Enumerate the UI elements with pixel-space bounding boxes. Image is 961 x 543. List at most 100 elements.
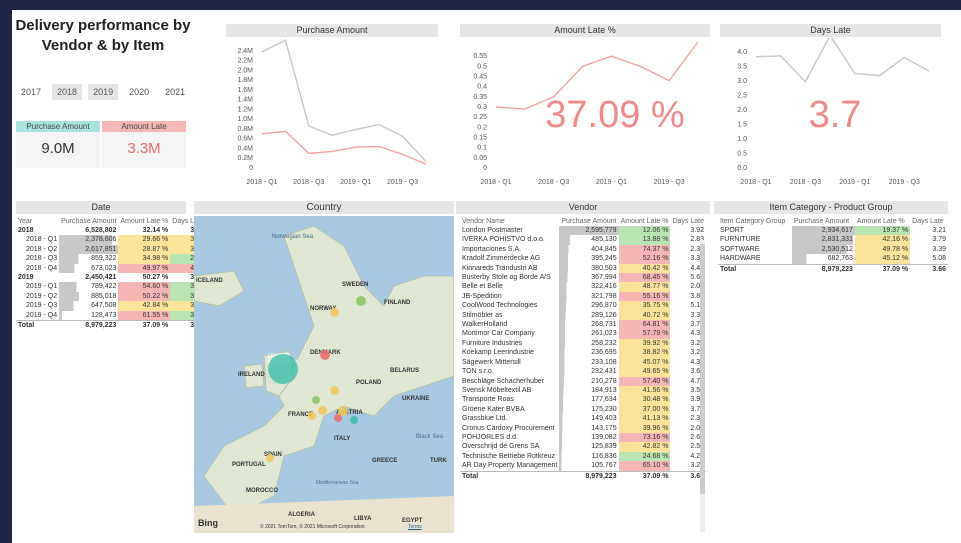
vendor-row[interactable]: Cronus Cardoxy Procurement 143,175 39.96 %…: [460, 423, 706, 433]
vendor-name: Overschrijd de Grens SA: [462, 443, 540, 451]
vendor-row[interactable]: POHJORLES d.d. 139,082 73.16 % 2.67: [460, 432, 706, 443]
map-bubble-si[interactable]: [350, 416, 358, 424]
col-late-pct[interactable]: Amount Late %: [118, 217, 170, 226]
col-purchase[interactable]: Purchase Amount: [59, 217, 118, 226]
kpi-purchase-card[interactable]: Purchase Amount 9.0M: [16, 121, 100, 168]
map-bubble-uk[interactable]: [268, 354, 298, 384]
col-vendor-purchase[interactable]: Purchase Amount: [559, 217, 618, 226]
year-2017[interactable]: 2017: [16, 84, 46, 100]
date-table[interactable]: Year Purchase Amount Amount Late % Days …: [16, 217, 206, 331]
map-bubble-es[interactable]: [266, 454, 274, 462]
vendor-row[interactable]: Sägewerk Mittersill 233,108 45.07 % 4.32: [460, 357, 706, 368]
map-bubble-de1[interactable]: [330, 386, 339, 395]
date-late-pct: 49.97 %: [118, 263, 171, 274]
map-bubble-denmark[interactable]: [320, 350, 330, 360]
vendor-row[interactable]: Beschläge Schacherhuber 210,278 57.40 % 4.7…: [460, 376, 706, 386]
map-bubble-norway[interactable]: [330, 308, 339, 317]
date-table-row[interactable]: 2018 - Q3859,32234.98 %2.97: [16, 254, 206, 264]
vendor-row[interactable]: Belle et Belle 322,416 48.77 % 2.00: [460, 282, 706, 292]
vendor-late-pct: 38.82 %: [618, 348, 671, 358]
kpi-late-label: Amount Late: [102, 121, 186, 132]
date-period: 2019: [18, 274, 34, 282]
col-item-group[interactable]: Item Category Group: [718, 217, 792, 226]
date-table-row[interactable]: 2018 - Q4673,02349.97 %4.56: [16, 263, 206, 274]
col-vendor-late-pct[interactable]: Amount Late %: [619, 217, 671, 226]
vendor-row[interactable]: Stilmöbler as 289,126 40.72 % 3.36: [460, 310, 706, 321]
item-row[interactable]: HARDWARE 682,763 45.12 % 5.08: [718, 254, 948, 265]
vendor-row[interactable]: Transporte Roas 177,634 30.48 % 3.98: [460, 395, 706, 405]
item-row[interactable]: FURNITURE 2,831,331 42.16 % 3.79: [718, 235, 948, 245]
map-terms-link[interactable]: Terms: [408, 524, 422, 530]
vendor-row[interactable]: Kinnareds Trändustri AB 380,503 40.42 % 4.4…: [460, 263, 706, 274]
vendor-row[interactable]: JB-Spedition 321,798 55.16 % 3.85: [460, 291, 706, 302]
map-bubble-fr[interactable]: [308, 412, 316, 420]
item-total-cell: 3.66: [910, 263, 948, 275]
vendor-row[interactable]: Groene Kater BVBA 175,230 37.00 % 3.79: [460, 404, 706, 415]
date-table-row[interactable]: 20192,450,42150.27 %3.36: [16, 273, 206, 282]
vendor-row[interactable]: Furniture Industries 258,232 39.92 % 3.23: [460, 338, 706, 349]
vendor-row[interactable]: Grassblue Ltd. 149,403 41.13 % 2.36: [460, 414, 706, 424]
year-2021[interactable]: 2021: [160, 84, 190, 100]
item-days-late: 5.08: [932, 255, 946, 263]
vendor-row[interactable]: Importaciones S.A. 404,845 74.37 % 2.36: [460, 244, 706, 255]
map-bubble-sweden[interactable]: [356, 296, 366, 306]
vendor-purchase-amount: 395,245: [559, 254, 619, 264]
series-line[interactable]: [755, 38, 930, 83]
vendor-purchase-amount: 380,503: [559, 263, 619, 274]
item-row[interactable]: SOFTWARE 2,530,512 49.78 % 3.39: [718, 244, 948, 255]
y-tick-label: 0: [483, 165, 487, 172]
country-map[interactable]: Norwegian Sea ICELAND SWEDEN NORWAY FINL…: [194, 216, 454, 533]
date-table-row[interactable]: 2019 - Q4128,47361.55 %3.34: [16, 310, 206, 321]
date-table-row[interactable]: 20186,528,80232.14 %3.83: [16, 226, 206, 235]
vendor-table[interactable]: Vendor Name Purchase Amount Amount Late …: [460, 217, 706, 481]
date-table-row[interactable]: 2019 - Q3647,50842.84 %3.80: [16, 301, 206, 311]
vendor-row[interactable]: AR Day Property Management 105,767 65.10 %…: [460, 461, 706, 472]
vendor-row[interactable]: Mortimor Car Company 261,023 57.79 % 4.38: [460, 329, 706, 339]
vendor-late-pct: 68.45 %: [618, 273, 671, 283]
col-item-purchase[interactable]: Purchase Amount: [792, 217, 855, 226]
col-vendor-days[interactable]: Days Late: [670, 217, 706, 226]
col-item-late-pct[interactable]: Amount Late %: [855, 217, 910, 226]
date-table-row[interactable]: 2019 - Q1789,42254.60 %3.25: [16, 282, 206, 292]
vendor-row[interactable]: Svensk Möbeltextil AB 184,913 41.56 % 3.50: [460, 385, 706, 396]
item-days-late: 3.39: [932, 245, 946, 253]
x-tick-label: 2019 - Q1: [596, 179, 627, 186]
item-row[interactable]: SPORT 2,934,617 19.37 % 3.21: [718, 226, 948, 236]
vendor-scrollbar[interactable]: [700, 240, 705, 532]
col-item-days[interactable]: Days Late: [910, 217, 948, 226]
vendor-purchase-amount: 258,232: [559, 338, 619, 349]
kpi-late-card[interactable]: Amount Late 3.3M: [102, 121, 186, 168]
y-tick-label: 0.15: [473, 135, 487, 142]
map-bubble-be[interactable]: [318, 406, 327, 415]
vendor-row[interactable]: Koekamp Leerindustrie 236,695 38.82 % 3.24: [460, 348, 706, 358]
x-tick-label: 2018 - Q1: [246, 179, 277, 186]
col-vendor-name[interactable]: Vendor Name: [460, 217, 559, 226]
year-2018[interactable]: 2018: [52, 84, 83, 100]
date-late-pct: 54.60 %: [118, 282, 171, 292]
date-table-row[interactable]: 2019 - Q2885,01850.22 %3.18: [16, 291, 206, 302]
vendor-row[interactable]: Busterby Stole og Borde A/S 367,994 68.45 …: [460, 273, 706, 283]
vendor-row[interactable]: Overschrijd de Grens SA 125,839 42.82 % 2.5…: [460, 442, 706, 452]
date-table-row[interactable]: 2018 - Q12,378,60629.66 %3.82: [16, 235, 206, 245]
vendor-row[interactable]: London Postmaster 2,595,779 12.06 % 3.92: [460, 226, 706, 236]
purchase-amount-chart[interactable]: 0 0.2M 0.4M 0.6M 0.8M 1.0M 1.2M 1.4M 1.6M 1.8M 2.0…: [226, 38, 438, 190]
date-purchase-amount: 647,508: [59, 301, 119, 311]
vendor-row[interactable]: Kradolf Zimmerdecke AG 395,245 52.16 % 3.35: [460, 254, 706, 264]
map-bubble-nl[interactable]: [312, 396, 320, 404]
vendor-row[interactable]: TON s.r.o. 232,431 49.65 % 3.62: [460, 367, 706, 377]
map-bubble-ch[interactable]: [334, 414, 342, 422]
date-late-pct: 50.22 %: [118, 291, 171, 302]
item-category-table[interactable]: Item Category Group Purchase Amount Amou…: [718, 217, 948, 275]
vendor-row[interactable]: CoolWood Technologies 296,870 35.75 % 5.10: [460, 301, 706, 311]
map-label-morocco: MOROCCO: [246, 488, 278, 494]
date-table-row[interactable]: 2018 - Q22,617,85128.87 %3.86: [16, 244, 206, 255]
vendor-row[interactable]: Technische Betriebe Rotkreuz 116,836 24.68…: [460, 451, 706, 462]
year-2019[interactable]: 2019: [88, 84, 119, 100]
col-year[interactable]: Year: [16, 217, 59, 226]
year-2020[interactable]: 2020: [124, 84, 154, 100]
date-period: 2018 - Q1: [26, 236, 58, 244]
series-line[interactable]: [261, 39, 427, 163]
y-tick-label: 3.0: [737, 78, 747, 85]
vendor-row[interactable]: WalkerHolland 268,731 64.81 % 3.74: [460, 320, 706, 330]
vendor-row[interactable]: IVERKA POHISTVO d.o.o. 485,130 13.88 % 2.83: [460, 235, 706, 245]
